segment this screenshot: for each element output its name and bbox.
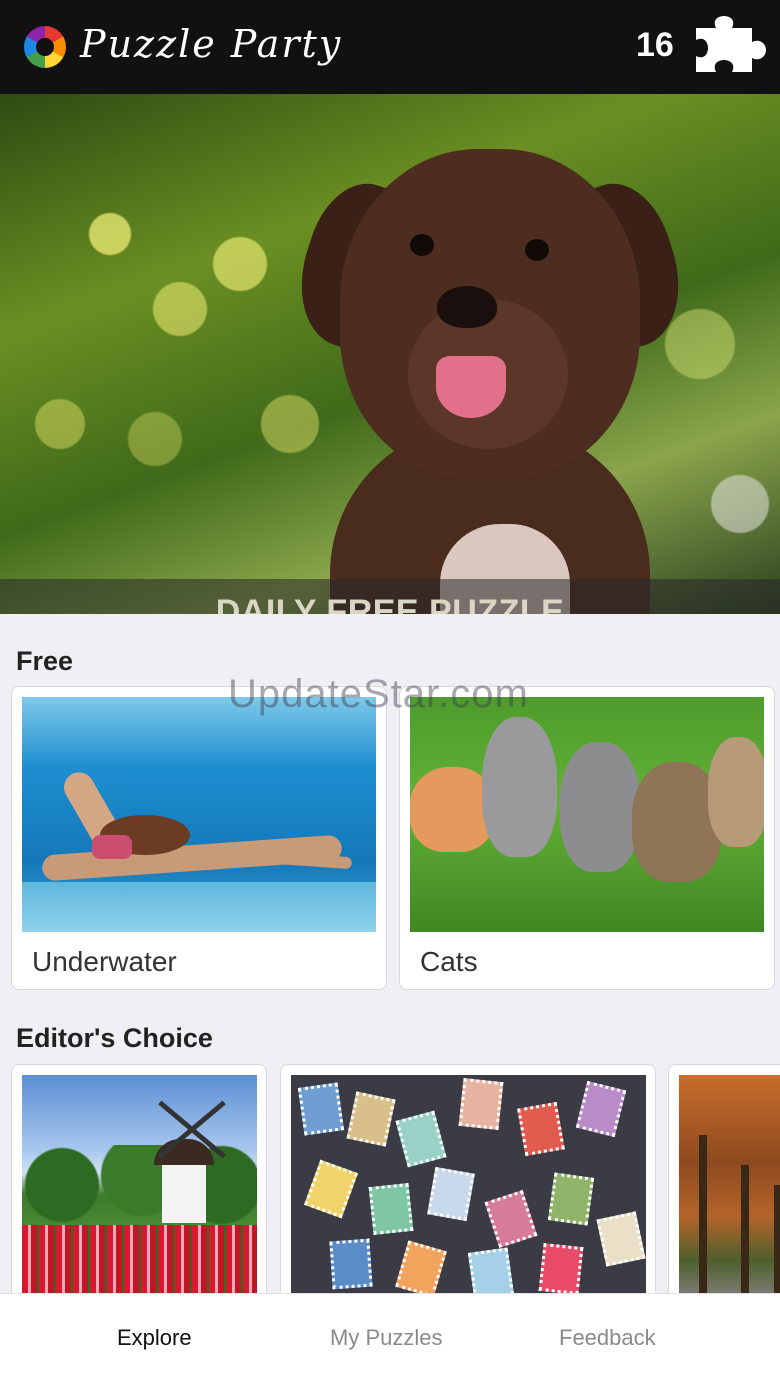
- stamp: [575, 1080, 627, 1138]
- stamp: [395, 1240, 447, 1293]
- stamp: [329, 1238, 373, 1290]
- app-header: Puzzle Party 16: [0, 0, 780, 94]
- tab-explore[interactable]: Explore: [117, 1325, 192, 1351]
- stamp: [427, 1166, 475, 1222]
- stamp: [467, 1247, 515, 1293]
- color-wheel-logo-icon: [24, 26, 66, 68]
- app-title: Puzzle Party: [80, 22, 343, 66]
- cats-thumbnail: [410, 697, 764, 932]
- stamp: [346, 1091, 396, 1147]
- stamp: [596, 1211, 646, 1267]
- tab-feedback[interactable]: Feedback: [559, 1325, 656, 1351]
- stamp: [484, 1189, 538, 1249]
- section-title-editors-choice: Editor's Choice: [16, 1023, 213, 1053]
- puppy-left-eye: [410, 234, 434, 256]
- puzzle-card-windmill[interactable]: [11, 1064, 267, 1304]
- swimsuit: [92, 835, 132, 859]
- section-title-free: Free: [16, 646, 74, 676]
- tulip-field: [22, 1225, 257, 1293]
- card-label: Cats: [420, 946, 478, 977]
- autumn-thumbnail: [679, 1075, 780, 1293]
- tab-my-puzzles[interactable]: My Puzzles: [330, 1325, 442, 1351]
- light-kitten: [708, 737, 764, 847]
- puzzle-card-stamps[interactable]: [280, 1064, 656, 1304]
- stamp: [297, 1082, 345, 1136]
- puzzle-card-autumn[interactable]: [668, 1064, 780, 1304]
- puppy-right-eye: [525, 239, 549, 261]
- stamps-thumbnail: [291, 1075, 646, 1293]
- stamp: [538, 1243, 584, 1293]
- tabby-kitten-2: [560, 742, 640, 872]
- puppy-nose: [437, 286, 497, 328]
- tree-trunk: [699, 1135, 707, 1293]
- puzzle-count: 16: [636, 26, 674, 64]
- underwater-thumbnail: [22, 697, 376, 932]
- stamp: [547, 1172, 595, 1226]
- stamp: [368, 1183, 414, 1235]
- daily-puzzle-caption-bar: DAILY FREE PUZZLE: [0, 579, 780, 614]
- stamp: [458, 1078, 504, 1130]
- tree-trunk: [774, 1185, 780, 1293]
- tree-trunk: [741, 1165, 749, 1293]
- bottom-tab-bar: Explore My Puzzles Feedback: [0, 1293, 780, 1387]
- card-label: Underwater: [32, 946, 177, 977]
- daily-puzzle-banner[interactable]: DAILY FREE PUZZLE: [0, 94, 780, 614]
- puzzle-piece-icon[interactable]: [690, 16, 772, 78]
- stamp: [517, 1101, 565, 1157]
- daily-puzzle-caption: DAILY FREE PUZZLE: [215, 592, 565, 615]
- stamp: [395, 1110, 447, 1168]
- windmill-thumbnail: [22, 1075, 257, 1293]
- puzzle-card-underwater[interactable]: Underwater: [11, 686, 387, 990]
- tabby-kitten-1: [482, 717, 557, 857]
- pool-floor: [22, 882, 376, 932]
- stamp: [303, 1159, 359, 1219]
- puppy-tongue: [436, 356, 506, 418]
- puzzle-card-cats[interactable]: Cats: [399, 686, 775, 990]
